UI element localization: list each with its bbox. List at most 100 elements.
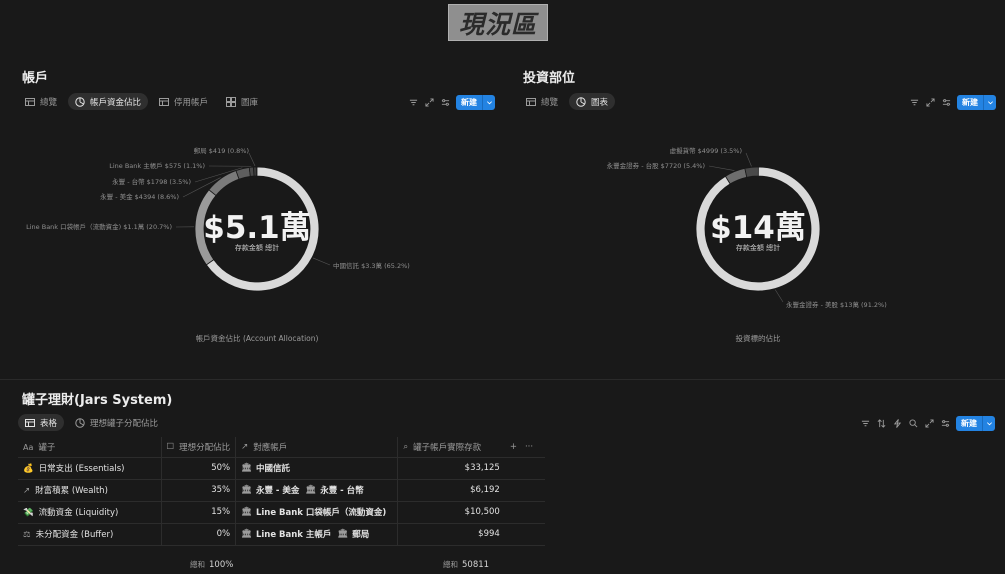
tab-investments-chart[interactable]: 圖表 [569,93,616,110]
new-button[interactable]: 新建 [957,95,996,110]
column-header-ideal-ratio[interactable]: ☐ 理想分配佔比 [160,437,236,458]
column-label: 理想分配佔比 [179,442,231,453]
chevron-down-icon[interactable] [983,95,996,110]
accounts-cell[interactable]: 🏛 中國信託 [235,457,398,480]
tab-jars-table[interactable]: 表格 [18,414,65,431]
bank-icon: 🏛 [241,485,252,495]
accounts-title: 帳戶 [22,71,49,86]
slice-leader-line [248,152,256,167]
bank-icon: 🏛 [305,485,317,495]
jar-name-cell[interactable]: ↗ 財富積累 (Wealth) [18,479,161,502]
linked-account[interactable]: 🏛 Line Bank 主帳戶 [241,528,331,540]
chevron-down-icon[interactable] [482,95,495,110]
donut-slice[interactable] [744,166,759,178]
amount-cell[interactable]: $994 [397,523,505,546]
filter-icon[interactable] [909,98,919,108]
tab-ideal-jar-allocation[interactable]: 理想罐子分配佔比 [68,414,165,431]
filter-icon[interactable] [408,98,418,108]
jar-name-cell[interactable]: ⚖ 未分配資金 (Buffer) [18,523,161,546]
amount-cell[interactable]: $10,500 [397,501,505,524]
linked-account[interactable]: 🏛 Line Bank 口袋帳戶（流動資金) [241,506,386,518]
pie-icon [75,96,85,107]
expand-icon[interactable] [924,419,934,429]
column-header-linked-accounts[interactable]: ↗ 對應帳戶 [235,437,398,458]
donut-slice[interactable] [208,170,240,197]
tab-account-allocation[interactable]: 帳戶資金佔比 [68,93,149,110]
jars-toolbar: 新建 [860,416,995,431]
table-row[interactable]: 💰 日常支出 (Essentials) 50% 🏛 中國信託 $33,125 [18,457,545,480]
new-button[interactable]: 新建 [456,95,495,110]
expand-icon[interactable] [424,98,434,108]
column-label: 罐子帳戶實際存款 [413,442,482,453]
column-header-jar[interactable]: Aa 罐子 [18,437,161,458]
table-row[interactable]: ⚖ 未分配資金 (Buffer) 0% 🏛 Line Bank 主帳戶 🏛 郵局 $99… [18,523,545,546]
table-row[interactable]: ↗ 財富積累 (Wealth) 35% 🏛 永豐 - 美金 🏛 永豐 - 台幣 $6,1… [18,479,545,502]
ratio-cell[interactable]: 0% [160,523,236,546]
new-button[interactable]: 新建 [956,416,995,431]
add-column-icon[interactable]: + [510,442,517,452]
accounts-cell[interactable]: 🏛 永豐 - 美金 🏛 永豐 - 台幣 [235,479,398,502]
table-row[interactable]: 💸 流動資金 (Liquidity) 15% 🏛 Line Bank 口袋帳戶（流動… [18,501,545,524]
bank-icon: 🏛 [337,529,349,539]
jar-name: 未分配資金 (Buffer) [35,530,114,540]
filter-icon[interactable] [860,419,870,429]
empty-cell [504,479,545,502]
ratio-cell[interactable]: 15% [160,501,236,524]
slice-leader-line [708,165,735,171]
accounts-cell[interactable]: 🏛 Line Bank 口袋帳戶（流動資金) [235,501,398,524]
jar-name-cell[interactable]: 💰 日常支出 (Essentials) [18,457,161,480]
expand-icon[interactable] [925,98,935,108]
ratio-cell[interactable]: 35% [160,479,236,502]
sort-icon[interactable] [876,419,886,429]
more-options-icon[interactable]: ··· [525,442,533,452]
jar-name-cell[interactable]: 💸 流動資金 (Liquidity) [18,501,161,524]
page-title: 現況區 [448,4,548,41]
bank-icon: 🏛 [241,463,252,473]
ratio-cell[interactable]: 50% [160,457,236,480]
sum-label: 總和 [443,560,458,569]
tab-label: 帳戶資金佔比 [90,97,142,108]
tab-label: 理想罐子分配佔比 [90,418,159,429]
chevron-down-icon[interactable] [982,416,995,431]
investment-chart-caption: 投資標的佔比 [735,334,781,343]
tab-inactive-accounts[interactable]: 停用帳戶 [152,93,215,110]
lightning-icon[interactable] [892,419,902,429]
linked-account[interactable]: 🏛 永豐 - 美金 [241,484,299,496]
settings-sliders-icon[interactable] [440,98,450,108]
chart-up-icon: ↗ [23,485,31,496]
table-header-row: Aa 罐子 ☐ 理想分配佔比 ↗ 對應帳戶 ⌕ 罐子帳戶實際存款 + ··· [18,437,545,458]
settings-sliders-icon[interactable] [940,419,950,429]
tab-label: 停用帳戶 [174,97,209,108]
empty-cell [504,457,545,480]
slice-label: Line Bank 主帳戶 $575 (1.1%) [109,161,205,170]
search-icon[interactable] [908,419,918,429]
investments-title: 投資部位 [523,71,576,86]
scale-icon: ⚖ [23,529,31,540]
jar-name: 日常支出 (Essentials) [38,464,125,474]
pie-icon [75,417,85,428]
amount-cell[interactable]: $6,192 [397,479,505,502]
amount-cell[interactable]: $33,125 [397,457,505,480]
linked-account-label: 永豐 - 台幣 [320,486,364,496]
empty-cell [504,501,545,524]
slice-leader-line [774,289,784,303]
linked-account-label: Line Bank 主帳戶 [255,530,332,540]
tab-investments-overview[interactable]: 總覽 [519,93,565,110]
donut-slice[interactable] [253,166,258,177]
chart-center-value: $14萬 [710,210,806,246]
chart-center-value: $5.1萬 [203,210,311,246]
tab-accounts-overview[interactable]: 總覽 [18,93,64,110]
search-icon: ⌕ [403,442,409,453]
donut-slice[interactable] [724,167,748,185]
column-header-actual-deposit[interactable]: ⌕ 罐子帳戶實際存款 [397,437,505,458]
tab-label: 總覽 [40,97,58,108]
tab-gallery[interactable]: 圖庫 [219,93,265,110]
jar-name: 財富積累 (Wealth) [35,486,108,496]
linked-account[interactable]: 🏛 永豐 - 台幣 [305,484,363,496]
slice-label: 永豐金證券 - 台股 $7720 (5.4%) [607,161,705,170]
linked-account[interactable]: 🏛 中國信託 [241,462,290,474]
accounts-cell[interactable]: 🏛 Line Bank 主帳戶 🏛 郵局 [235,523,398,546]
linked-account[interactable]: 🏛 郵局 [337,528,369,540]
slice-leader-line [312,257,331,266]
settings-sliders-icon[interactable] [941,98,951,108]
